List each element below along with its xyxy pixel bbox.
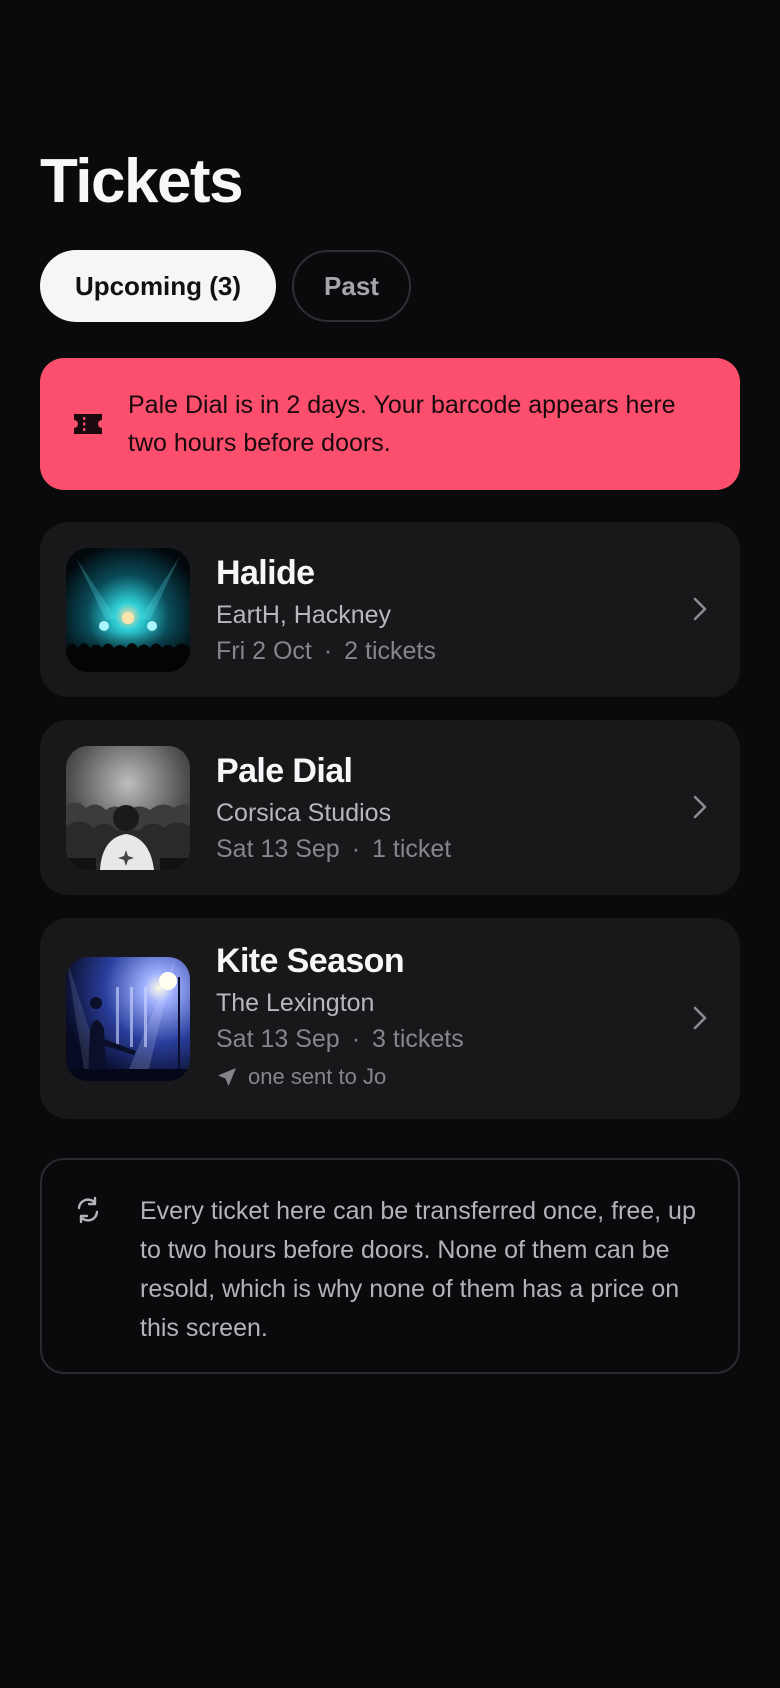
tab-upcoming[interactable]: Upcoming (3)	[40, 250, 276, 322]
event-venue: The Lexington	[216, 989, 375, 1017]
chevron-right-icon	[693, 597, 707, 621]
tab-past[interactable]: Past	[292, 250, 411, 322]
banner-text: Pale Dial is in 2 days. Your barcode app…	[128, 391, 676, 457]
event-details: Kite Season The Lexington Sat 13 Sep · 3 t…	[216, 940, 464, 1092]
event-image	[66, 957, 190, 1081]
ticket-icon	[72, 412, 104, 436]
event-meta: Sat 13 Sep · 3 tickets	[216, 1022, 464, 1056]
event-card-halide[interactable]: Halide EartH, Hackney Fri 2 Oct · 2 ticket…	[40, 522, 740, 697]
event-card-kite-season[interactable]: Kite Season The Lexington Sat 13 Sep · 3 t…	[40, 918, 740, 1119]
transfer-info-text: Every ticket here can be transferred onc…	[140, 1197, 696, 1342]
event-card-pale-dial[interactable]: Pale Dial Corsica Studios Sat 13 Sep · 1 t…	[40, 720, 740, 895]
meta-separator: ·	[351, 835, 361, 863]
transfer-note-text: one sent to Jo	[248, 1064, 387, 1089]
event-date: Sat 13 Sep	[216, 835, 340, 863]
event-details: Pale Dial Corsica Studios Sat 13 Sep · 1 t…	[216, 750, 451, 866]
event-title: Kite Season	[216, 942, 405, 980]
tab-bar: Upcoming (3) Past	[40, 250, 411, 322]
event-image	[66, 548, 190, 672]
chevron-right-icon	[693, 795, 707, 819]
refresh-icon	[77, 1196, 99, 1224]
event-meta: Sat 13 Sep · 1 ticket	[216, 832, 451, 866]
meta-separator: ·	[351, 1025, 361, 1053]
event-image	[66, 746, 190, 870]
ticket-count: 2 tickets	[344, 637, 436, 665]
event-date: Sat 13 Sep	[216, 1025, 340, 1053]
event-date: Fri 2 Oct	[216, 637, 312, 665]
event-meta: Fri 2 Oct · 2 tickets	[216, 634, 436, 668]
event-title: Halide	[216, 554, 315, 592]
event-details: Halide EartH, Hackney Fri 2 Oct · 2 ticket…	[216, 552, 436, 668]
transfer-note: one sent to Jo	[216, 1062, 464, 1092]
ticket-count: 1 ticket	[372, 835, 452, 863]
transfer-info-box: Every ticket here can be transferred onc…	[40, 1158, 740, 1374]
event-venue: Corsica Studios	[216, 799, 392, 827]
countdown-banner: Pale Dial is in 2 days. Your barcode app…	[40, 358, 740, 490]
chevron-right-icon	[693, 1006, 707, 1030]
event-title: Pale Dial	[216, 752, 353, 790]
page-title: Tickets	[40, 147, 244, 216]
send-icon	[216, 1066, 238, 1088]
tickets-screen: Tickets Upcoming (3) Past Pale Dial is i…	[0, 0, 780, 1688]
meta-separator: ·	[323, 637, 333, 665]
event-venue: EartH, Hackney	[216, 601, 392, 629]
ticket-count: 3 tickets	[372, 1025, 464, 1053]
